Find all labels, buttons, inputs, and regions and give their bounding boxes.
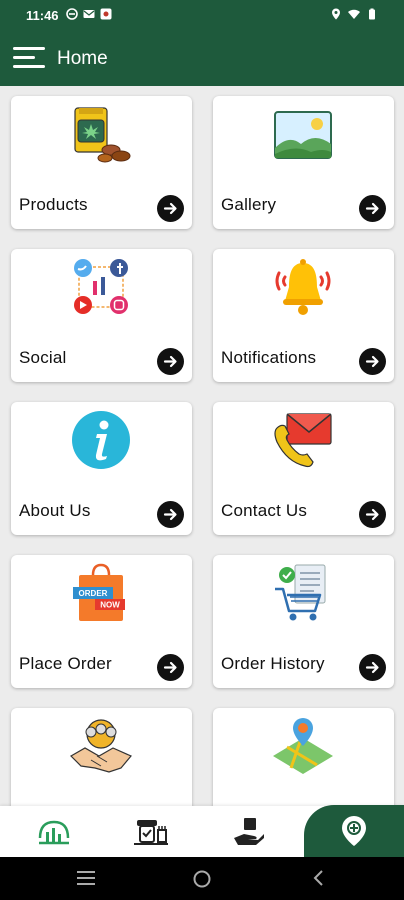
bell-icon [275, 259, 331, 315]
arrow-right-icon[interactable] [359, 348, 386, 375]
info-icon [72, 411, 130, 469]
arrow-right-icon[interactable] [359, 501, 386, 528]
mail-icon [83, 10, 95, 18]
tile-label: Contact Us [221, 501, 308, 520]
hamburger-menu-icon[interactable] [13, 47, 45, 69]
order-history-cart-icon [275, 564, 326, 621]
wifi-icon [348, 9, 360, 19]
arrow-right-icon[interactable] [157, 654, 184, 681]
svg-text:NOW: NOW [100, 601, 120, 610]
gallery-image-icon [274, 111, 332, 159]
partnership-handshake-icon [70, 719, 132, 773]
tile-partners[interactable] [11, 708, 192, 806]
app-notification-icon [100, 8, 112, 20]
tile-label: About Us [19, 501, 91, 520]
arrow-right-icon[interactable] [157, 348, 184, 375]
tile-about-us[interactable]: About Us [11, 402, 192, 535]
home-circle-icon[interactable] [192, 869, 212, 889]
arrow-right-icon[interactable] [359, 195, 386, 222]
page-title: Home [57, 48, 108, 69]
products-pack-icon [74, 107, 131, 163]
tile-social[interactable]: Social [11, 249, 192, 382]
status-time: 11:46 [26, 8, 59, 23]
system-navigation-bar [0, 857, 404, 900]
arrow-right-icon[interactable] [359, 654, 386, 681]
arrow-right-icon[interactable] [157, 195, 184, 222]
status-bar: 11:46 [0, 0, 404, 30]
social-media-icon [74, 259, 128, 314]
contact-mail-phone-icon [274, 413, 332, 468]
app-bar: Home [0, 30, 404, 86]
location-add-icon [342, 816, 366, 846]
menu-grid: Products Gallery Social Notifications Ab… [0, 86, 404, 806]
location-add-button[interactable] [304, 805, 404, 857]
tile-gallery[interactable]: Gallery [213, 96, 394, 229]
hand-gift-icon[interactable] [232, 816, 266, 848]
back-chevron-icon[interactable] [311, 869, 325, 887]
tile-place-order[interactable]: ORDER NOW Place Order [11, 555, 192, 688]
battery-icon [369, 8, 375, 20]
tile-label: Place Order [19, 654, 112, 673]
tile-label: Order History [221, 654, 325, 673]
tile-order-history[interactable]: Order History [213, 555, 394, 688]
tile-label: Gallery [221, 195, 277, 214]
sync-icon [66, 8, 78, 20]
recents-icon[interactable] [76, 869, 96, 887]
location-icon [332, 8, 340, 20]
tile-contact-us[interactable]: Contact Us [213, 402, 394, 535]
arrow-right-icon[interactable] [157, 501, 184, 528]
tile-label: Products [19, 195, 88, 214]
tile-label: Notifications [221, 348, 317, 367]
svg-text:ORDER: ORDER [79, 589, 108, 598]
tile-location[interactable] [213, 708, 394, 806]
tile-products[interactable]: Products [11, 96, 192, 229]
bottom-navigation [0, 805, 404, 857]
delivery-person-icon[interactable] [134, 816, 168, 848]
dashboard-chart-icon[interactable] [37, 816, 71, 848]
tile-label: Social [19, 348, 67, 367]
map-location-icon [273, 718, 333, 774]
tile-notifications[interactable]: Notifications [213, 249, 394, 382]
order-now-bag-icon: ORDER NOW [73, 563, 125, 621]
